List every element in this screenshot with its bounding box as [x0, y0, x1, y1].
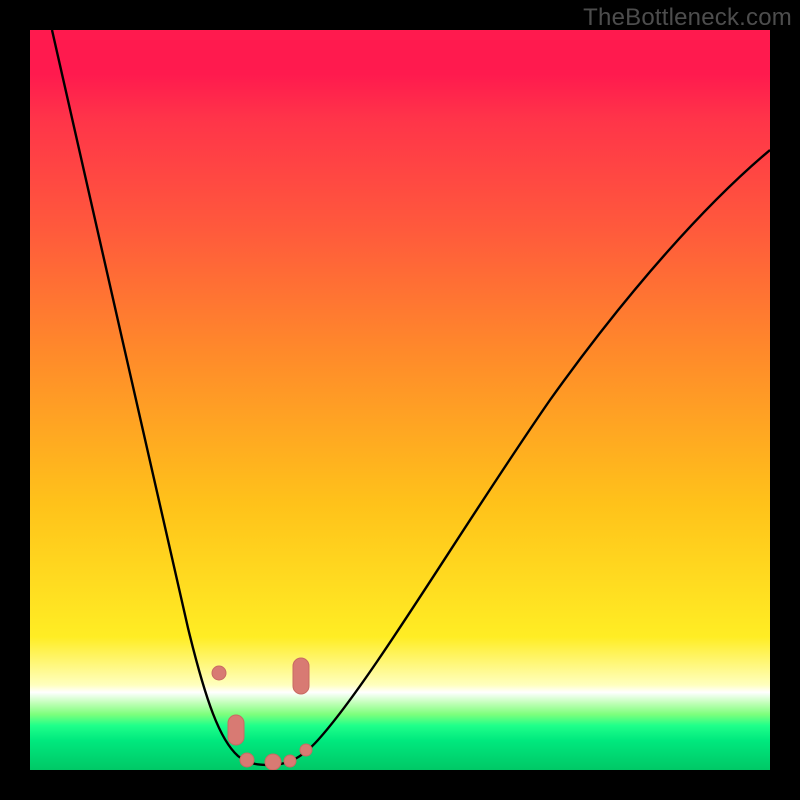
- markers-group: [212, 658, 312, 770]
- data-marker: [228, 715, 244, 745]
- data-marker: [265, 754, 281, 770]
- data-marker: [293, 658, 309, 694]
- chart-stage: TheBottleneck.com: [0, 0, 800, 800]
- curve-right: [270, 150, 770, 765]
- watermark-text: TheBottleneck.com: [583, 4, 792, 32]
- chart-svg: [30, 30, 770, 770]
- data-marker: [212, 666, 226, 680]
- curve-left: [52, 30, 270, 765]
- data-marker: [240, 753, 254, 767]
- data-marker: [284, 755, 296, 767]
- data-marker: [300, 744, 312, 756]
